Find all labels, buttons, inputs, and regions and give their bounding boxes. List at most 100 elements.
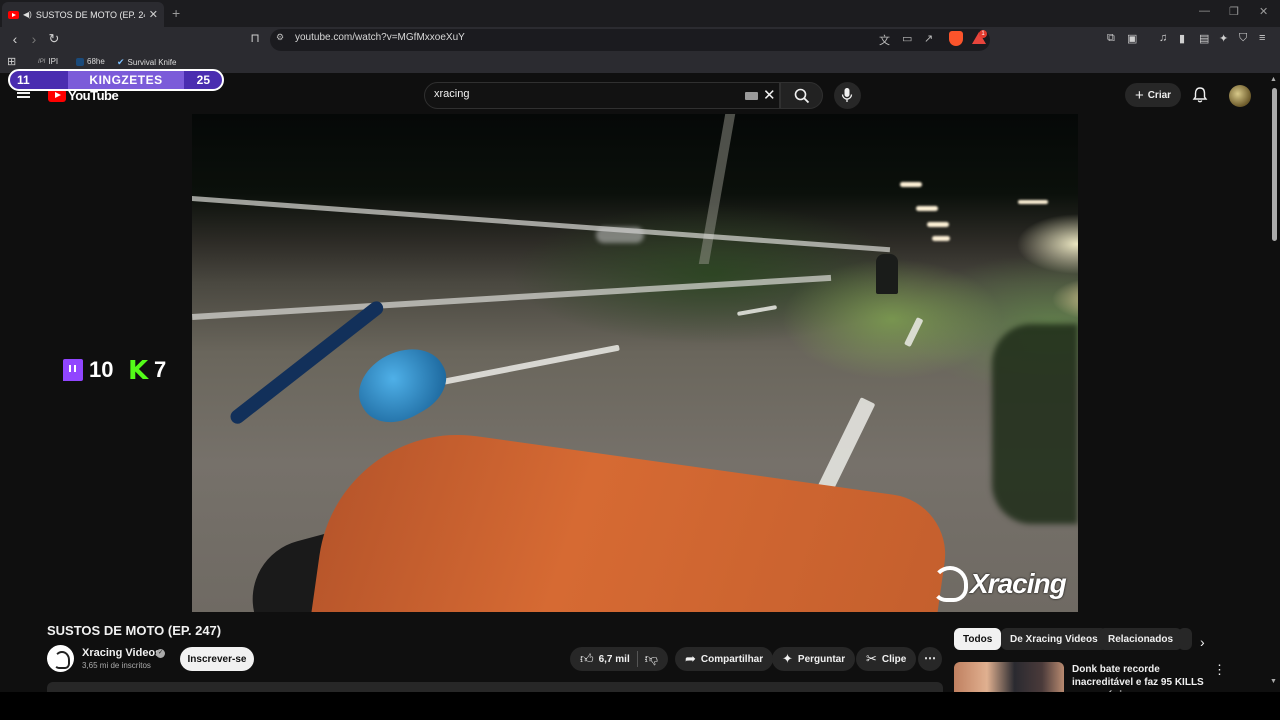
restore-button[interactable]: ❐ [1229, 5, 1239, 18]
microphone-icon [841, 88, 853, 102]
menu-icon[interactable]: ≡ [1259, 32, 1265, 44]
keyboard-icon[interactable] [745, 92, 758, 100]
bookmark-ipi[interactable]: IPI IPI [38, 57, 58, 66]
bookmark-survival-knife[interactable]: ✔ Survival Knife [117, 57, 176, 68]
leo-ai-icon[interactable]: ✦ [1219, 32, 1228, 45]
share-icon[interactable]: ↗ [924, 32, 933, 45]
create-button[interactable]: + Criar [1125, 83, 1181, 107]
voice-search-button[interactable] [834, 82, 861, 109]
browser-navbar: ‹ › ↻ ⊓ ⚙ youtube.com/watch?v=MGfMxxoeXu… [0, 27, 1280, 53]
clear-search-icon[interactable]: ✕ [763, 86, 776, 104]
like-divider [636, 651, 638, 667]
bookmark-label: Survival Knife [127, 58, 177, 67]
apps-grid-icon[interactable]: ⊞ [7, 55, 16, 68]
rewards-badge: 1 [979, 30, 987, 38]
site-settings-icon[interactable]: ⚙ [276, 32, 284, 43]
chip-from-channel[interactable]: De Xracing Videos [1001, 628, 1107, 650]
chip-all[interactable]: Todos [954, 628, 1002, 650]
like-dislike-group: 👍︎ 6,7 mil 👎︎ [570, 647, 668, 671]
like-icon[interactable]: 👍︎ [580, 651, 594, 667]
bookmark-68he[interactable]: 68he [76, 57, 105, 66]
tab-title: SUSTOS DE MOTO (EP. 247) [35, 9, 145, 20]
chevron-right-icon[interactable]: › [1200, 634, 1205, 650]
video-scene-car [596, 227, 644, 243]
video-scene-handlebar [311, 416, 953, 612]
scroll-down-icon[interactable]: ▼ [1270, 678, 1277, 685]
browser-tabstrip: ◀) SUSTOS DE MOTO (EP. 247) ✕ + — ❐ ✕ [0, 0, 1280, 27]
video-scene-light [916, 206, 938, 211]
video-scene-lane-dash [442, 344, 620, 385]
like-count[interactable]: 6,7 mil [599, 654, 630, 665]
twitch-count: 10 [89, 357, 114, 382]
sparkle-icon: ✦ [782, 651, 793, 666]
minimize-button[interactable]: — [1199, 5, 1210, 17]
scissors-icon: ✂ [866, 651, 877, 666]
video-scene-bush [992, 324, 1078, 524]
video-scene-light [900, 182, 922, 187]
search-input[interactable] [424, 82, 780, 109]
account-avatar[interactable] [1229, 85, 1251, 107]
bookmark-label: 68he [87, 57, 105, 66]
blue-icon [76, 57, 84, 66]
channel-name[interactable]: Xracing Videos [82, 647, 161, 659]
page-scrollbar-thumb[interactable] [1272, 88, 1277, 241]
chip-partial[interactable] [1178, 628, 1192, 650]
dislike-icon[interactable]: 👎︎ [645, 651, 658, 667]
twitch-stat: 10 [63, 357, 113, 383]
video-player[interactable]: Xracing [192, 114, 1078, 612]
xracing-watermark: Xracing [932, 566, 1067, 602]
share-label: Compartilhar [700, 653, 764, 665]
forward-icon[interactable]: › [25, 31, 43, 47]
new-tab-button[interactable]: + [172, 5, 180, 21]
notifications-bell-icon[interactable] [1191, 86, 1209, 104]
extensions-icon[interactable]: ⧉ [1107, 32, 1115, 45]
search-button[interactable] [780, 82, 823, 109]
video-scene-lane-dash [737, 305, 778, 316]
share-button[interactable]: ➦ Compartilhar [675, 647, 774, 671]
screenshot-icon[interactable]: ▣ [1127, 32, 1137, 45]
video-scene-pedestrian [876, 254, 898, 294]
kick-stat: 7 [128, 356, 167, 386]
stream-scoreboard: 11 KINGZETES 25 [8, 69, 224, 91]
reload-icon[interactable]: ↻ [45, 31, 63, 47]
verified-badge-icon: ✓ [156, 649, 165, 658]
description-box[interactable] [47, 682, 943, 692]
kick-icon [128, 356, 148, 386]
scroll-up-icon[interactable]: ▲ [1270, 76, 1277, 83]
video-scene-light [927, 222, 949, 227]
wallet-icon[interactable]: ▤ [1199, 32, 1209, 45]
video-scene-pole [698, 114, 736, 264]
ipi-icon: IPI [38, 58, 46, 65]
bookmark-icon[interactable]: ⊓ [246, 31, 264, 45]
back-icon[interactable]: ‹ [6, 31, 24, 47]
related-more-icon[interactable]: ⋮ [1213, 662, 1226, 678]
cast-icon[interactable]: ▭ [902, 32, 912, 45]
more-actions-button[interactable]: ⋯ [918, 647, 942, 671]
bookmark-label: IPI [48, 57, 59, 66]
url-text[interactable]: youtube.com/watch?v=MGfMxxoeXuY [295, 32, 465, 43]
speaker-icon[interactable]: ◀) [23, 10, 32, 19]
spartan-helmet-icon [932, 566, 968, 602]
kick-count: 7 [154, 357, 167, 382]
channel-avatar[interactable] [47, 645, 74, 672]
tab-close-icon[interactable]: ✕ [149, 8, 158, 21]
ask-button[interactable]: ✦ Perguntar [772, 647, 856, 671]
subscribe-button[interactable]: Inscrever-se [180, 647, 254, 671]
brave-shields-icon[interactable] [949, 31, 963, 46]
related-video-thumbnail[interactable] [954, 662, 1064, 692]
close-window-button[interactable]: ✕ [1259, 5, 1268, 18]
sidebar-toggle-icon[interactable]: ▮ [1179, 32, 1185, 45]
scoreboard-left-score: 11 [17, 73, 30, 87]
ask-label: Perguntar [797, 653, 846, 665]
search-query[interactable]: xracing [434, 88, 469, 100]
media-icon[interactable]: ♫ [1159, 32, 1167, 44]
check-icon: ✔ [117, 57, 125, 67]
browser-tab[interactable]: ◀) SUSTOS DE MOTO (EP. 247) ✕ [2, 2, 164, 27]
video-scene-mirror [346, 333, 458, 437]
translate-icon[interactable]: 文 [879, 32, 890, 48]
video-scene-guardrail [192, 196, 891, 253]
vpn-icon[interactable]: ⛉ [1239, 32, 1247, 45]
chip-related[interactable]: Relacionados [1099, 628, 1183, 650]
bottom-strip [0, 692, 1280, 720]
clip-button[interactable]: ✂ Clipe [856, 647, 917, 671]
